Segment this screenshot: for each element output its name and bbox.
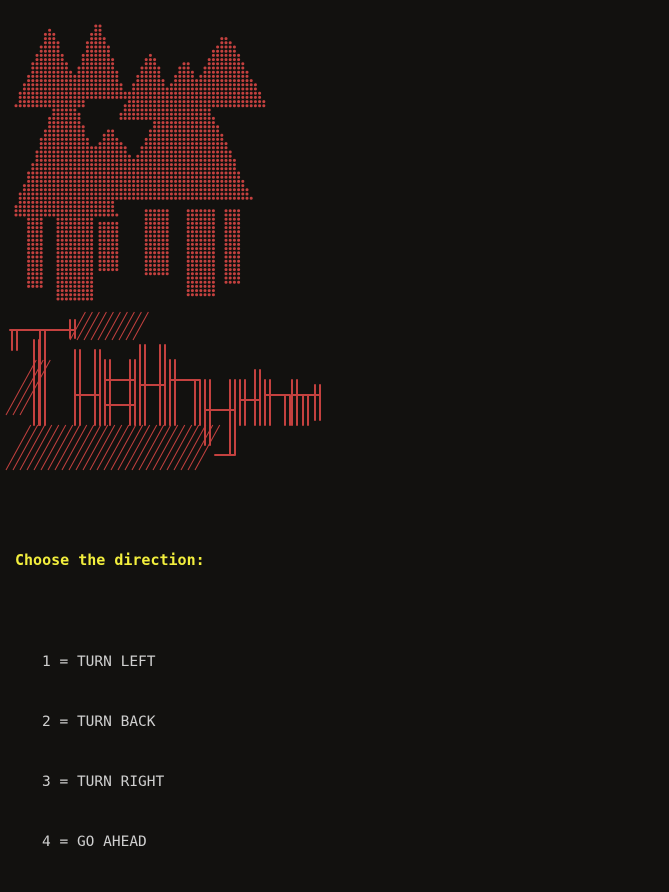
option-separator: = — [50, 714, 77, 730]
option-turn-back[interactable]: 2 = TURN BACK — [42, 712, 164, 732]
option-key: 1 — [42, 654, 51, 670]
dotted-pine-trees-icon — [14, 24, 266, 301]
option-label: GO AHEAD — [76, 834, 147, 850]
option-separator: = — [50, 834, 77, 850]
option-separator: = — [50, 654, 77, 670]
option-label: TURN BACK — [76, 714, 156, 730]
option-key: 4 — [42, 834, 51, 850]
option-turn-right[interactable]: 3 = TURN RIGHT — [42, 772, 164, 792]
ascii-art-banner — [5, 24, 321, 471]
direction-options-list: 1 = TURN LEFT 2 = TURN BACK 3 = TURN RIG… — [42, 612, 164, 892]
option-label: TURN LEFT — [76, 654, 156, 670]
option-key: 3 — [42, 774, 51, 790]
option-label: TURN RIGHT — [76, 774, 165, 790]
option-go-ahead[interactable]: 4 = GO AHEAD — [42, 832, 164, 852]
option-separator: = — [50, 774, 77, 790]
option-turn-left[interactable]: 1 = TURN LEFT — [42, 652, 164, 672]
direction-prompt: Choose the direction: — [15, 551, 205, 569]
option-key: 2 — [42, 714, 51, 730]
